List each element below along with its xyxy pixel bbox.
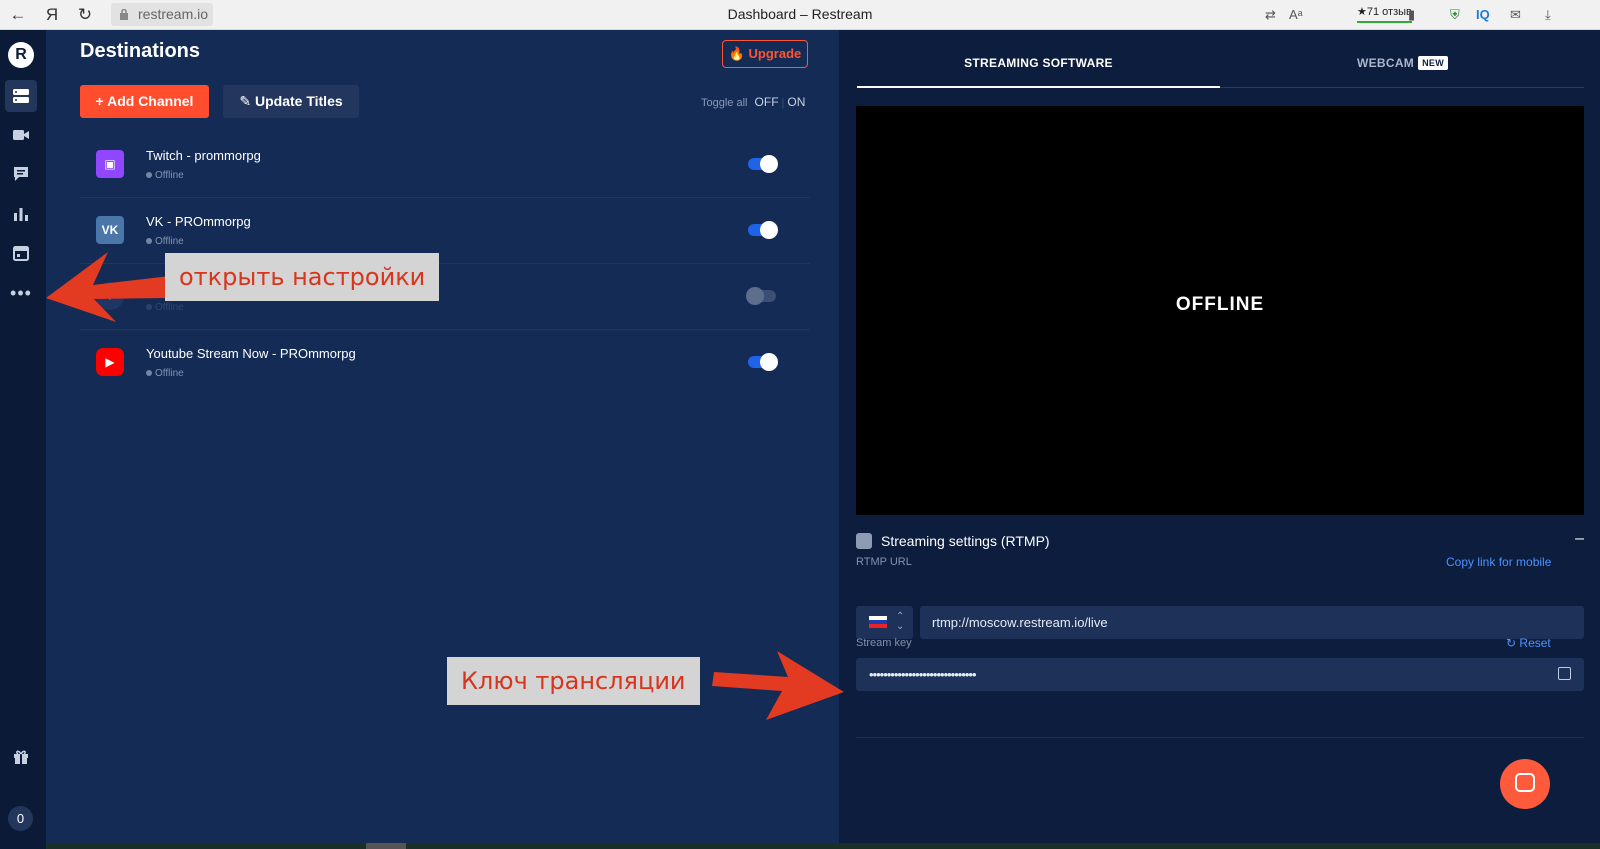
calendar-icon[interactable] xyxy=(5,237,37,269)
page-title: Dashboard – Restream xyxy=(727,6,873,22)
channel-row-twitch: ▣ Twitch - prommorpg Offline xyxy=(80,132,810,198)
up-down-icon: ⌃ ⌄ xyxy=(896,611,905,632)
iq-extension-icon[interactable]: IQ xyxy=(1476,5,1490,25)
left-rail: R ••• 0 xyxy=(0,30,46,849)
video-camera-icon[interactable] xyxy=(5,119,37,151)
tab-webcam-label: WEBCAM xyxy=(1356,56,1415,70)
restream-logo[interactable]: R xyxy=(8,42,34,68)
chat-extension-icon[interactable]: ✉ xyxy=(1510,5,1521,25)
copy-icon[interactable] xyxy=(1558,667,1571,680)
new-badge: NEW xyxy=(1418,56,1449,70)
stream-key-label: Stream key xyxy=(856,637,912,649)
channel-row-youtube: ▶ Youtube Stream Now - PROmmorpg Offline xyxy=(80,330,810,396)
toggle-all: Toggle all OFF | ON xyxy=(701,95,806,109)
download-icon[interactable]: ⤓ xyxy=(1545,5,1551,25)
destinations-nav-icon[interactable] xyxy=(5,80,37,112)
channel-name: Youtube Stream Now - PROmmorpg xyxy=(146,346,356,361)
reset-label: Reset xyxy=(1519,636,1551,650)
server-region-select[interactable]: ⌃ ⌄ xyxy=(856,606,913,639)
add-channel-button[interactable]: + Add Channel xyxy=(80,85,209,118)
destinations-title: Destinations xyxy=(80,40,201,62)
back-icon[interactable]: ← xyxy=(8,5,28,25)
streaming-settings-header[interactable]: Streaming settings (RTMP) – xyxy=(856,530,1584,554)
browser-toolbar: ← Я ↻ restream.io Dashboard – Restream ⇄… xyxy=(0,0,1600,30)
channel-toggle[interactable] xyxy=(748,353,778,371)
streaming-panel: STREAMING SOFTWARE WEBCAM NEW OFFLINE Str… xyxy=(839,30,1600,849)
channel-status: Offline xyxy=(146,368,184,379)
address-bar[interactable]: restream.io xyxy=(111,3,213,26)
channel-name: Twitch - prommorpg xyxy=(146,148,261,163)
rtmp-url-label: RTMP URL xyxy=(856,556,912,568)
chat-icon[interactable] xyxy=(5,158,37,190)
vk-icon: VK xyxy=(96,216,124,244)
shield-extension-icon[interactable]: ⛨ xyxy=(1450,5,1460,25)
channel-name: VK - PROmmorpg xyxy=(146,214,251,229)
fire-icon: 🔥 xyxy=(728,46,745,61)
settings-icon xyxy=(856,533,872,549)
gift-icon[interactable] xyxy=(5,741,37,773)
update-titles-label: Update Titles xyxy=(254,93,343,109)
translate-icon[interactable]: ⇄ xyxy=(1265,5,1276,25)
stream-key-field[interactable]: •••••••••••••••••••••••••••••• xyxy=(856,658,1584,691)
channel-status: Offline xyxy=(146,302,184,313)
channel-status: Offline xyxy=(146,170,184,181)
lock-icon xyxy=(120,9,128,20)
stream-key-value: •••••••••••••••••••••••••••••• xyxy=(869,667,977,682)
chat-bubble-icon xyxy=(1515,773,1535,792)
upgrade-button[interactable]: 🔥 Upgrade xyxy=(722,40,808,68)
reset-key-button[interactable]: ↻ Reset xyxy=(1506,636,1551,650)
channel-toggle[interactable] xyxy=(748,155,778,173)
more-dots-icon[interactable]: ••• xyxy=(5,277,37,309)
reload-icon[interactable]: ↻ xyxy=(75,5,95,25)
stream-tabs: STREAMING SOFTWARE WEBCAM NEW xyxy=(857,30,1584,88)
stream-preview: OFFLINE xyxy=(856,106,1584,515)
upgrade-label: Upgrade xyxy=(748,46,802,61)
callout-open-settings: открыть настройки xyxy=(165,253,440,301)
twitch-icon: ▣ xyxy=(96,150,124,178)
tab-webcam[interactable]: WEBCAM NEW xyxy=(1221,30,1584,88)
callout-stream-key: Ключ трансляции xyxy=(447,657,700,705)
channel-toggle[interactable] xyxy=(748,221,778,239)
streaming-settings-title: Streaming settings (RTMP) xyxy=(881,533,1050,549)
divider xyxy=(856,737,1584,738)
toggle-all-off[interactable]: OFF xyxy=(755,95,779,109)
yandex-icon[interactable]: Я xyxy=(42,5,62,25)
russia-flag-icon xyxy=(869,616,887,628)
tab-streaming-software[interactable]: STREAMING SOFTWARE xyxy=(857,30,1220,88)
destinations-panel: Destinations 🔥 Upgrade + Add Channel ✎ U… xyxy=(46,30,839,849)
analytics-icon[interactable] xyxy=(5,198,37,230)
facebook-icon: f xyxy=(96,282,124,310)
refresh-icon: ↻ xyxy=(1506,636,1517,650)
rtmp-url-field[interactable]: rtmp://moscow.restream.io/live xyxy=(920,606,1584,639)
bottom-scrollbar[interactable] xyxy=(46,843,1600,849)
support-chat-button[interactable] xyxy=(1500,759,1550,809)
reviews-badge[interactable]: ★71 отзыв xyxy=(1357,3,1412,23)
channel-status: Offline xyxy=(146,236,184,247)
collapse-button[interactable]: – xyxy=(1575,530,1584,548)
youtube-icon: ▶ xyxy=(96,348,124,376)
toggle-all-label: Toggle all xyxy=(701,97,748,109)
preview-status: OFFLINE xyxy=(1175,294,1265,315)
address-text: restream.io xyxy=(138,6,209,22)
copy-link-mobile[interactable]: Copy link for mobile xyxy=(1446,555,1551,569)
reader-icon[interactable]: Aᵃ xyxy=(1289,5,1303,25)
channel-toggle[interactable] xyxy=(746,287,776,305)
toggle-all-on[interactable]: ON xyxy=(787,95,805,109)
notification-counter[interactable]: 0 xyxy=(8,806,33,831)
bookmark-icon[interactable]: ▮ xyxy=(1408,5,1415,25)
update-titles-button[interactable]: ✎ Update Titles xyxy=(223,85,359,118)
pencil-icon: ✎ xyxy=(239,93,252,109)
